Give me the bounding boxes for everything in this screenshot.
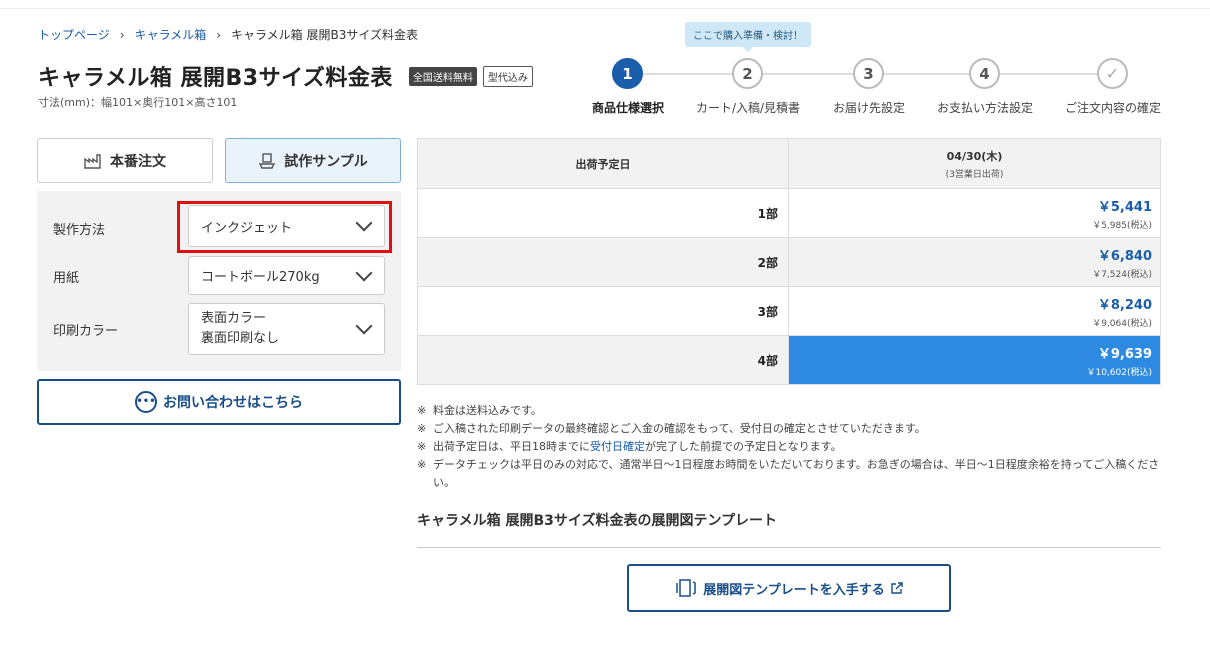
qty-cell: 2部 — [417, 237, 789, 287]
table-row: 1部 ￥5,441 ￥5,985(税込) — [417, 188, 1161, 238]
price-table: 出荷予定日 04/30(木) (3営業日出荷) 1部 ￥5,441 ￥5,985… — [417, 138, 1161, 385]
free-shipping-badge: 全国送料無料 — [408, 66, 477, 86]
method-highlight-box — [177, 201, 392, 253]
contact-label: お問い合わせはこちら — [163, 395, 303, 411]
price-tax: ￥10,602(税込) — [1086, 367, 1152, 378]
note-item: データチェックは平日のみの対応で、通常半日〜1日程度お時間をいただいております。… — [417, 456, 1161, 492]
table-row: 3部 ￥8,240 ￥9,064(税込) — [417, 286, 1161, 336]
template-divider — [417, 547, 1161, 548]
step-5-label: ご注文内容の確定 — [1064, 101, 1162, 115]
breadcrumb-separator-icon: › — [119, 27, 125, 42]
template-download-button[interactable]: 展開図テンプレートを入手する — [627, 564, 951, 612]
price-tax: ￥9,064(税込) — [1092, 318, 1152, 329]
header-date: 04/30(木) — [946, 149, 1003, 163]
qty-cell: 4部 — [417, 335, 789, 385]
step-2-label: カート/入稿/見積書 — [695, 101, 801, 115]
notes-list: 料金は送料込みです。 ご入稿された印刷データの最終確認とご入金の確認をもって、受… — [417, 402, 1161, 492]
dimensions-text: 寸法(mm)：幅101×奥行101×高さ101 — [38, 96, 238, 109]
tab-sample-label: 試作サンプル — [284, 153, 368, 170]
color-select[interactable]: 表面カラー 裏面印刷なし — [188, 303, 385, 355]
table-row: 2部 ￥6,840 ￥7,524(税込) — [417, 237, 1161, 287]
qty-cell: 3部 — [417, 286, 789, 336]
paper-label: 用紙 — [53, 271, 80, 286]
note-item: 出荷予定日は、平日18時までに受付日確定が完了した前提での予定日となります。 — [417, 438, 1161, 456]
qty-cell: 1部 — [417, 188, 789, 238]
breadcrumb: トップページ › キャラメル箱 › キャラメル箱 展開B3サイズ料金表 — [38, 26, 418, 43]
paper-select[interactable]: コートボール270kg — [188, 256, 385, 295]
template-button-label: 展開図テンプレートを入手する — [703, 582, 885, 598]
title-row: キャラメル箱 展開B3サイズ料金表 全国送料無料 型代込み — [38, 60, 533, 92]
step-tooltip: ここで購入準備・検討！ — [685, 22, 811, 52]
template-heading: キャラメル箱 展開B3サイズ料金表の展開図テンプレート — [417, 513, 778, 529]
external-link-icon — [891, 582, 903, 594]
breadcrumb-current: キャラメル箱 展開B3サイズ料金表 — [231, 28, 418, 42]
color-label: 印刷カラー — [53, 324, 119, 339]
header-date-column: 04/30(木) (3営業日出荷) — [788, 138, 1161, 189]
step-4-label: お支払い方法設定 — [936, 101, 1034, 115]
paper-value: コートボール270kg — [201, 270, 320, 285]
price-cell[interactable]: ￥5,441 ￥5,985(税込) — [788, 188, 1161, 238]
step-3-circle: 3 — [853, 58, 884, 89]
price-main: ￥9,639 — [1097, 346, 1152, 362]
price-tax: ￥5,985(税込) — [1092, 220, 1152, 231]
page-title: キャラメル箱 展開B3サイズ料金表 — [38, 66, 393, 91]
step-5-check-icon: ✓ — [1097, 58, 1128, 89]
method-label: 製作方法 — [53, 223, 106, 238]
step-1-label: 商品仕様選択 — [591, 101, 665, 115]
template-box-icon — [676, 579, 696, 597]
note-item: 料金は送料込みです。 — [417, 402, 1161, 420]
factory-icon — [84, 153, 101, 169]
tab-production-order[interactable]: 本番注文 — [37, 138, 213, 183]
chevron-down-icon — [355, 317, 373, 335]
contact-button[interactable]: ••• お問い合わせはこちら — [37, 379, 401, 425]
header-date-sub: (3営業日出荷) — [945, 169, 1004, 180]
note-text: 出荷予定日は、平日18時までに — [433, 440, 590, 453]
mold-included-badge: 型代込み — [482, 65, 533, 87]
price-tax: ￥7,524(税込) — [1092, 269, 1152, 280]
step-4-circle: 4 — [969, 58, 1000, 89]
tab-production-label: 本番注文 — [110, 153, 166, 170]
breadcrumb-caramel-box[interactable]: キャラメル箱 — [135, 26, 207, 43]
table-row: 4部 ￥9,639 ￥10,602(税込) — [417, 335, 1161, 385]
price-main: ￥6,840 — [1097, 248, 1152, 264]
color-value-back: 裏面印刷なし — [201, 331, 280, 346]
price-cell[interactable]: ￥8,240 ￥9,064(税込) — [788, 286, 1161, 336]
sample-box-icon — [259, 152, 276, 169]
price-main: ￥5,441 — [1097, 199, 1152, 215]
price-main: ￥8,240 — [1097, 297, 1152, 313]
accept-date-link[interactable]: 受付日確定 — [590, 440, 645, 453]
note-item: ご入稿された印刷データの最終確認とご入金の確認をもって、受付日の確定とさせていた… — [417, 420, 1161, 438]
step-3-label: お届け先設定 — [832, 101, 906, 115]
chat-bubble-icon: ••• — [135, 391, 157, 413]
breadcrumb-separator-icon: › — [216, 27, 222, 42]
step-1-circle: 1 — [612, 58, 643, 89]
color-value-front: 表面カラー — [201, 311, 267, 326]
chevron-down-icon — [355, 264, 373, 281]
top-divider — [0, 8, 1210, 9]
step-2-circle: 2 — [732, 58, 763, 89]
price-cell[interactable]: ￥6,840 ￥7,524(税込) — [788, 237, 1161, 287]
breadcrumb-top[interactable]: トップページ — [38, 26, 110, 43]
note-text: が完了した前提での予定日となります。 — [645, 440, 842, 453]
header-ship-date: 出荷予定日 — [417, 138, 789, 189]
price-cell-selected[interactable]: ￥9,639 ￥10,602(税込) — [788, 335, 1161, 385]
tab-trial-sample[interactable]: 試作サンプル — [225, 138, 401, 183]
